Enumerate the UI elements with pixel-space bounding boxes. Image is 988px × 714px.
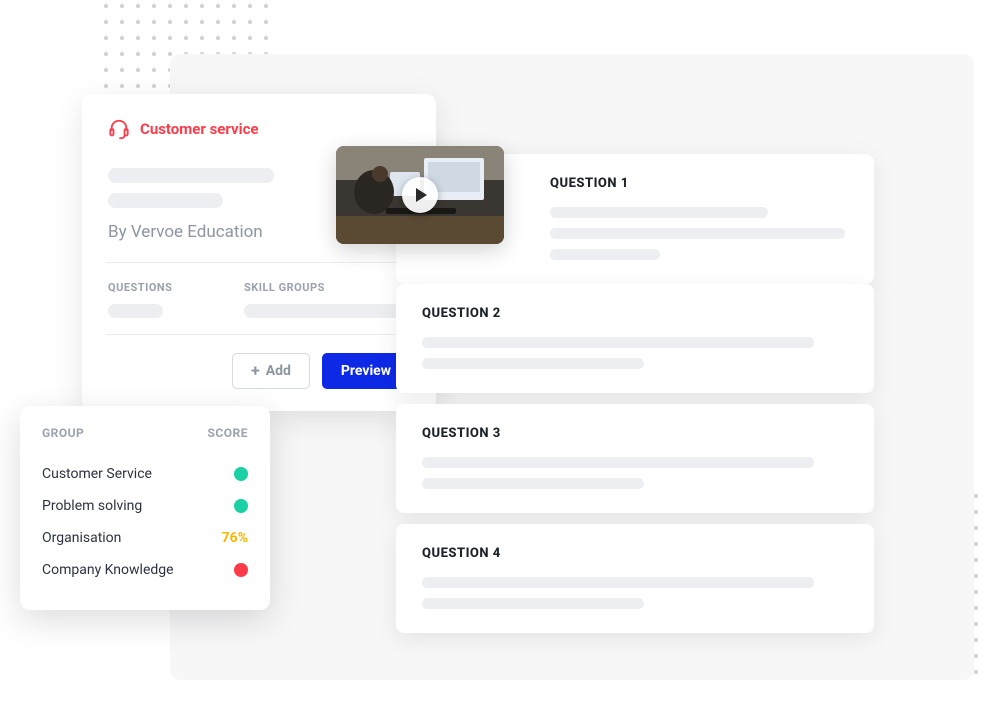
skeleton-line bbox=[108, 168, 274, 183]
skeleton-line bbox=[422, 457, 814, 468]
skeleton-line bbox=[550, 228, 845, 239]
score-header: SCORE bbox=[208, 426, 248, 440]
skeleton-line bbox=[422, 337, 814, 348]
score-row-name: Company Knowledge bbox=[42, 562, 174, 578]
question-title: QUESTION 4 bbox=[422, 546, 848, 561]
score-indicator-dot bbox=[234, 499, 248, 513]
score-row-name: Problem solving bbox=[42, 498, 142, 514]
question-title: QUESTION 3 bbox=[422, 426, 848, 441]
video-thumbnail[interactable] bbox=[336, 146, 504, 244]
assessment-title: Customer service bbox=[140, 120, 259, 138]
score-percentage: 76% bbox=[222, 530, 248, 546]
questions-label: QUESTIONS bbox=[108, 281, 188, 294]
question-card-4: QUESTION 4 bbox=[396, 524, 874, 633]
question-card-2: QUESTION 2 bbox=[396, 284, 874, 393]
plus-icon: + bbox=[251, 363, 260, 379]
score-row: Problem solving bbox=[42, 490, 248, 522]
score-row-name: Organisation bbox=[42, 530, 121, 546]
score-row-name: Customer Service bbox=[42, 466, 152, 482]
question-title: QUESTION 1 bbox=[550, 176, 848, 191]
headset-icon bbox=[108, 118, 130, 140]
assessment-card: Customer service By Vervoe Education QUE… bbox=[82, 94, 436, 411]
question-card-3: QUESTION 3 bbox=[396, 404, 874, 513]
skeleton-pill bbox=[108, 304, 163, 318]
score-row: Company Knowledge bbox=[42, 554, 248, 586]
score-row: Organisation 76% bbox=[42, 522, 248, 554]
skeleton-line bbox=[550, 249, 660, 260]
add-button-label: Add bbox=[266, 363, 291, 379]
skeleton-line bbox=[422, 478, 644, 489]
preview-button-label: Preview bbox=[341, 363, 391, 379]
skeleton-line bbox=[550, 207, 768, 218]
skill-groups-label: SKILL GROUPS bbox=[244, 281, 414, 294]
group-header: GROUP bbox=[42, 426, 84, 440]
skeleton-line bbox=[422, 598, 644, 609]
play-icon bbox=[402, 177, 438, 213]
score-card: GROUP SCORE Customer Service Problem sol… bbox=[20, 406, 270, 610]
add-button[interactable]: + Add bbox=[232, 353, 310, 389]
skeleton-line bbox=[422, 577, 814, 588]
score-row: Customer Service bbox=[42, 458, 248, 490]
score-indicator-dot bbox=[234, 467, 248, 481]
skeleton-line bbox=[422, 358, 644, 369]
question-title: QUESTION 2 bbox=[422, 306, 848, 321]
skeleton-pill bbox=[244, 304, 414, 318]
skeleton-line bbox=[108, 193, 223, 208]
score-indicator-dot bbox=[234, 563, 248, 577]
